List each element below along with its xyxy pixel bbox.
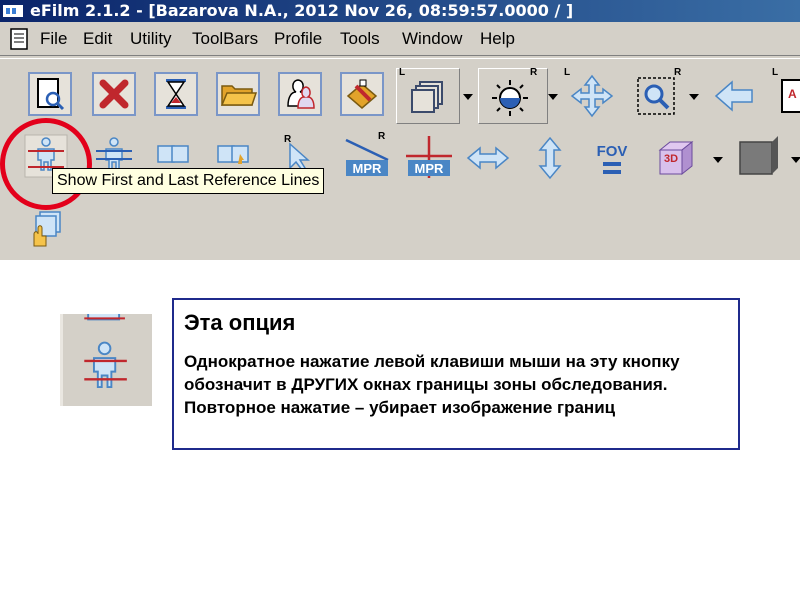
annotation-corner-label: L [772,67,779,78]
search-document-icon [28,72,72,116]
menu-profile[interactable]: Profile [274,25,322,53]
3d-cube-icon: 3D [658,140,694,176]
layout-button[interactable] [406,76,450,120]
document-icon[interactable] [8,27,30,51]
menu-edit[interactable]: Edit [83,25,112,53]
hand-series-button[interactable] [24,206,68,250]
mpr-cross-icon: MPR [406,136,452,178]
reference-lines-icon [84,314,127,389]
mpr-label: MPR [415,161,445,176]
chevron-down-icon[interactable] [462,91,474,103]
flip-horizontal-button[interactable] [466,136,510,180]
clipboard-pen-icon [340,72,384,116]
chevron-down-icon[interactable] [712,154,724,166]
gray-square-icon [739,136,778,175]
menu-file[interactable]: File [40,25,67,53]
mpr-cross-button[interactable]: MPR [404,134,454,178]
window-title: eFilm 2.1.2 - [Bazarova N.A., 2012 Nov 2… [30,1,574,20]
svg-text:A: A [788,87,797,101]
report-button[interactable] [340,72,384,116]
mpr-label: MPR [353,161,383,176]
open-folder-button[interactable] [216,72,260,116]
mpr-oblique-icon: MPR [345,138,389,176]
search-study-button[interactable] [28,72,72,116]
move-arrows-icon [570,74,614,118]
3d-button[interactable]: 3D [654,136,698,180]
explanation-title: Эта опция [184,310,296,335]
menu-window[interactable]: Window [402,25,462,53]
stacked-frames-icon [411,81,443,113]
efilm-screenshot: eFilm 2.1.2 - [Bazarova N.A., 2012 Nov 2… [0,0,800,260]
title-bar: eFilm 2.1.2 - [Bazarova N.A., 2012 Nov 2… [0,0,800,22]
folder-icon [216,72,260,116]
mpr-oblique-button[interactable]: MPR [342,134,392,178]
menu-help[interactable]: Help [480,25,515,53]
chevron-down-icon[interactable] [547,91,559,103]
vertical-arrows-icon [538,136,562,180]
arrow-left-icon [714,80,753,112]
tooltip: Show First and Last Reference Lines [52,168,325,194]
fov-icon: FOV [597,143,628,174]
zoom-icon [637,77,675,115]
pan-button[interactable] [570,74,614,118]
highlight-circle [0,118,92,210]
sun-contrast-icon [492,80,528,116]
hourglass-button[interactable] [154,72,198,116]
previous-button[interactable] [712,74,756,118]
explanation-box: Эта опция Однократное нажатие левой клав… [172,298,740,450]
fov-button[interactable]: FOV [590,136,634,180]
flip-vertical-button[interactable] [528,136,572,180]
menu-separator [0,55,800,59]
layout-corner-label: L [399,67,406,78]
menu-toolbars[interactable]: ToolBars [192,25,258,53]
color-fill-button[interactable] [734,136,778,180]
menu-utility[interactable]: Utility [130,25,172,53]
zoom-button[interactable] [634,74,678,118]
annotation-icon: A [781,79,800,113]
menu-bar: File Edit Utility ToolBars Profile Tools… [0,25,800,53]
3d-label: 3D [664,153,678,165]
fov-label: FOV [597,143,628,160]
annotation-button[interactable]: A [780,74,800,118]
window-level-button[interactable] [488,74,532,118]
chevron-down-icon[interactable] [790,154,800,166]
menu-tools[interactable]: Tools [340,25,380,53]
button-thumbnail [60,314,152,406]
chevron-down-icon[interactable] [688,91,700,103]
hand-series-icon [33,211,61,247]
patient-button[interactable] [278,72,322,116]
explanation-text: Однократное нажатие левой клавиши мыши н… [184,352,680,417]
red-x-icon [92,72,136,116]
delete-button[interactable] [92,72,136,116]
patients-icon [278,72,322,116]
app-icon [3,5,23,17]
hourglass-icon [154,72,198,116]
horizontal-arrows-icon [466,146,510,170]
